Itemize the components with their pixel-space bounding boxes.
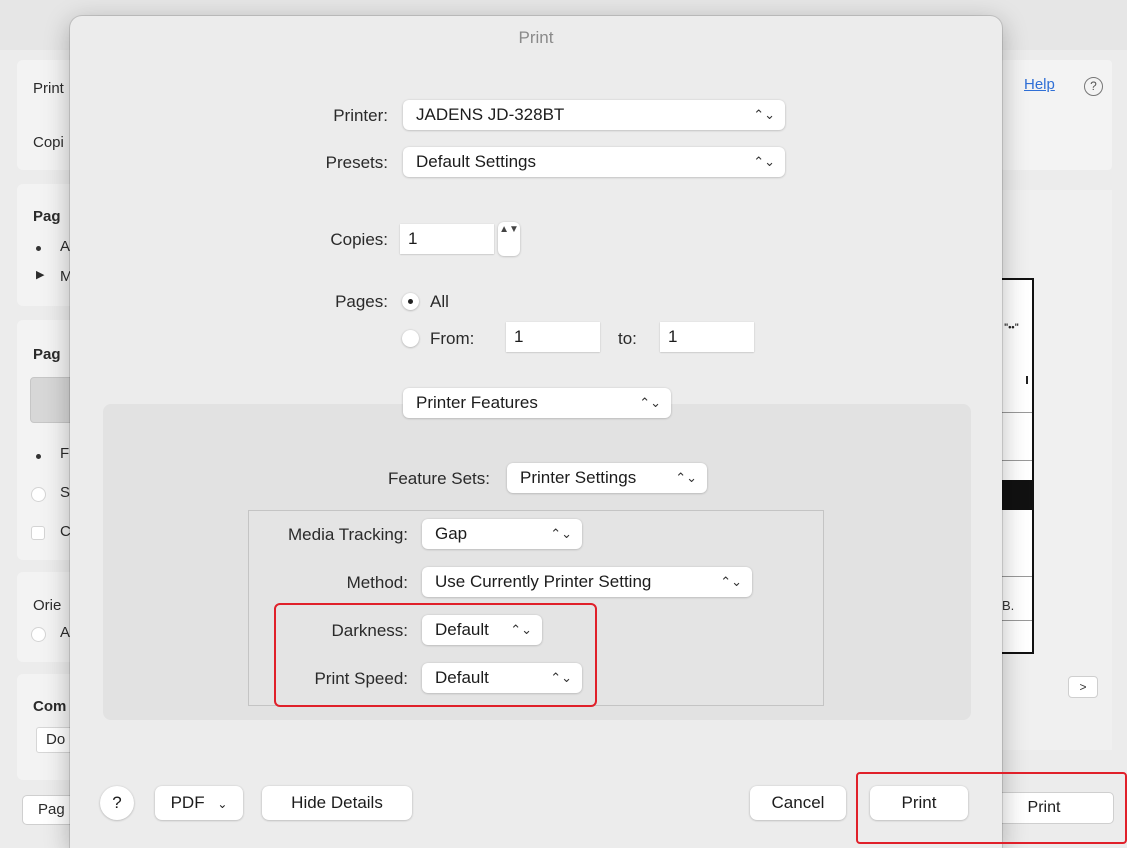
bg-label-copies: Copi [33,134,64,151]
pages-to-label: to: [618,329,637,348]
pages-from-value: 1 [514,327,524,346]
copies-field[interactable]: 1 [400,224,494,254]
chevron-down-icon: ⌄ [217,797,228,811]
section-popup[interactable]: Printer Features ⌃⌄ [403,388,671,418]
preview-text: "••" [1004,322,1019,332]
popup-chevron-icon: ⌃⌄ [753,154,775,169]
feature-sets-value: Printer Settings [520,468,637,487]
pages-all-radio[interactable] [402,293,419,310]
bg-radio-dot [36,454,41,459]
bg-label-orientation: Orie [33,597,62,614]
pages-to-field[interactable]: 1 [660,322,754,352]
printer-popup[interactable]: JADENS JD-328BT ⌃⌄ [403,100,785,130]
pages-all-label[interactable]: All [430,292,449,312]
pages-from-field[interactable]: 1 [506,322,600,352]
cancel-button[interactable]: Cancel [750,786,846,820]
presets-popup[interactable]: Default Settings ⌃⌄ [403,147,785,177]
method-label: Method: [346,573,408,592]
popup-chevron-icon: ⌃⌄ [720,574,742,589]
annotation-highlight-print-button [856,772,1127,844]
feature-sets-popup[interactable]: Printer Settings ⌃⌄ [507,463,707,493]
question-circle-icon[interactable]: ? [1084,77,1103,96]
pages-from-label[interactable]: From: [430,329,474,349]
pages-to-value: 1 [668,327,678,346]
method-value: Use Currently Printer Setting [435,572,652,591]
media-tracking-popup[interactable]: Gap ⌃⌄ [422,519,582,549]
hide-details-button[interactable]: Hide Details [262,786,412,820]
next-page-button[interactable]: > [1068,676,1098,698]
copies-value: 1 [408,229,418,248]
bg-radio-orientation[interactable] [31,627,46,642]
bg-label-print: Print [33,80,64,97]
preview-mark [1026,376,1028,384]
help-link[interactable]: Help [1024,76,1055,93]
bg-label-shrink[interactable]: S [60,484,70,501]
bg-radio-dot [36,246,41,251]
bg-disclosure-icon[interactable]: ▶ [36,268,44,281]
media-tracking-label: Media Tracking: [288,525,408,544]
preview-text: B. [1002,598,1015,613]
popup-chevron-icon: ⌃⌄ [550,526,572,541]
copies-stepper-icon[interactable]: ▲▼ [498,222,520,256]
pages-label: Pages: [335,292,388,311]
bg-label-auto[interactable]: A [60,624,70,641]
presets-value: Default Settings [416,152,537,171]
popup-chevron-icon: ⌃⌄ [753,107,775,122]
pdf-menu-button[interactable]: PDF ⌄ [155,786,243,820]
help-button[interactable]: ? [100,786,134,820]
bg-label-pages: Pag [33,208,61,225]
popup-chevron-icon: ⌃⌄ [639,395,661,410]
print-dialog: Print Printer: JADENS JD-328BT ⌃⌄ Preset… [70,16,1002,848]
bg-page-setup-label: Pag [38,801,65,818]
printer-label: Printer: [333,106,388,125]
bg-checkbox[interactable] [31,526,45,540]
dialog-title: Print [518,28,554,47]
bg-comments-select-label: Do [46,731,66,748]
popup-chevron-icon: ⌃⌄ [675,470,697,485]
bg-radio-shrink[interactable] [31,487,46,502]
pages-from-radio[interactable] [402,330,419,347]
presets-label: Presets: [325,153,388,172]
copies-label: Copies: [330,230,388,249]
bg-label-page-sizing: Pag [33,346,61,363]
bg-label-comments: Com [33,698,67,715]
annotation-highlight-darkness-speed [274,603,597,707]
media-tracking-value: Gap [435,524,468,543]
radio-selected-dot [408,299,413,304]
pdf-button-label: PDF [170,793,205,812]
section-popup-value: Printer Features [416,393,538,412]
method-popup[interactable]: Use Currently Printer Setting ⌃⌄ [422,567,752,597]
bg-label-all[interactable]: A [60,238,70,255]
feature-sets-label: Feature Sets: [387,469,490,488]
printer-value: JADENS JD-328BT [416,105,565,124]
